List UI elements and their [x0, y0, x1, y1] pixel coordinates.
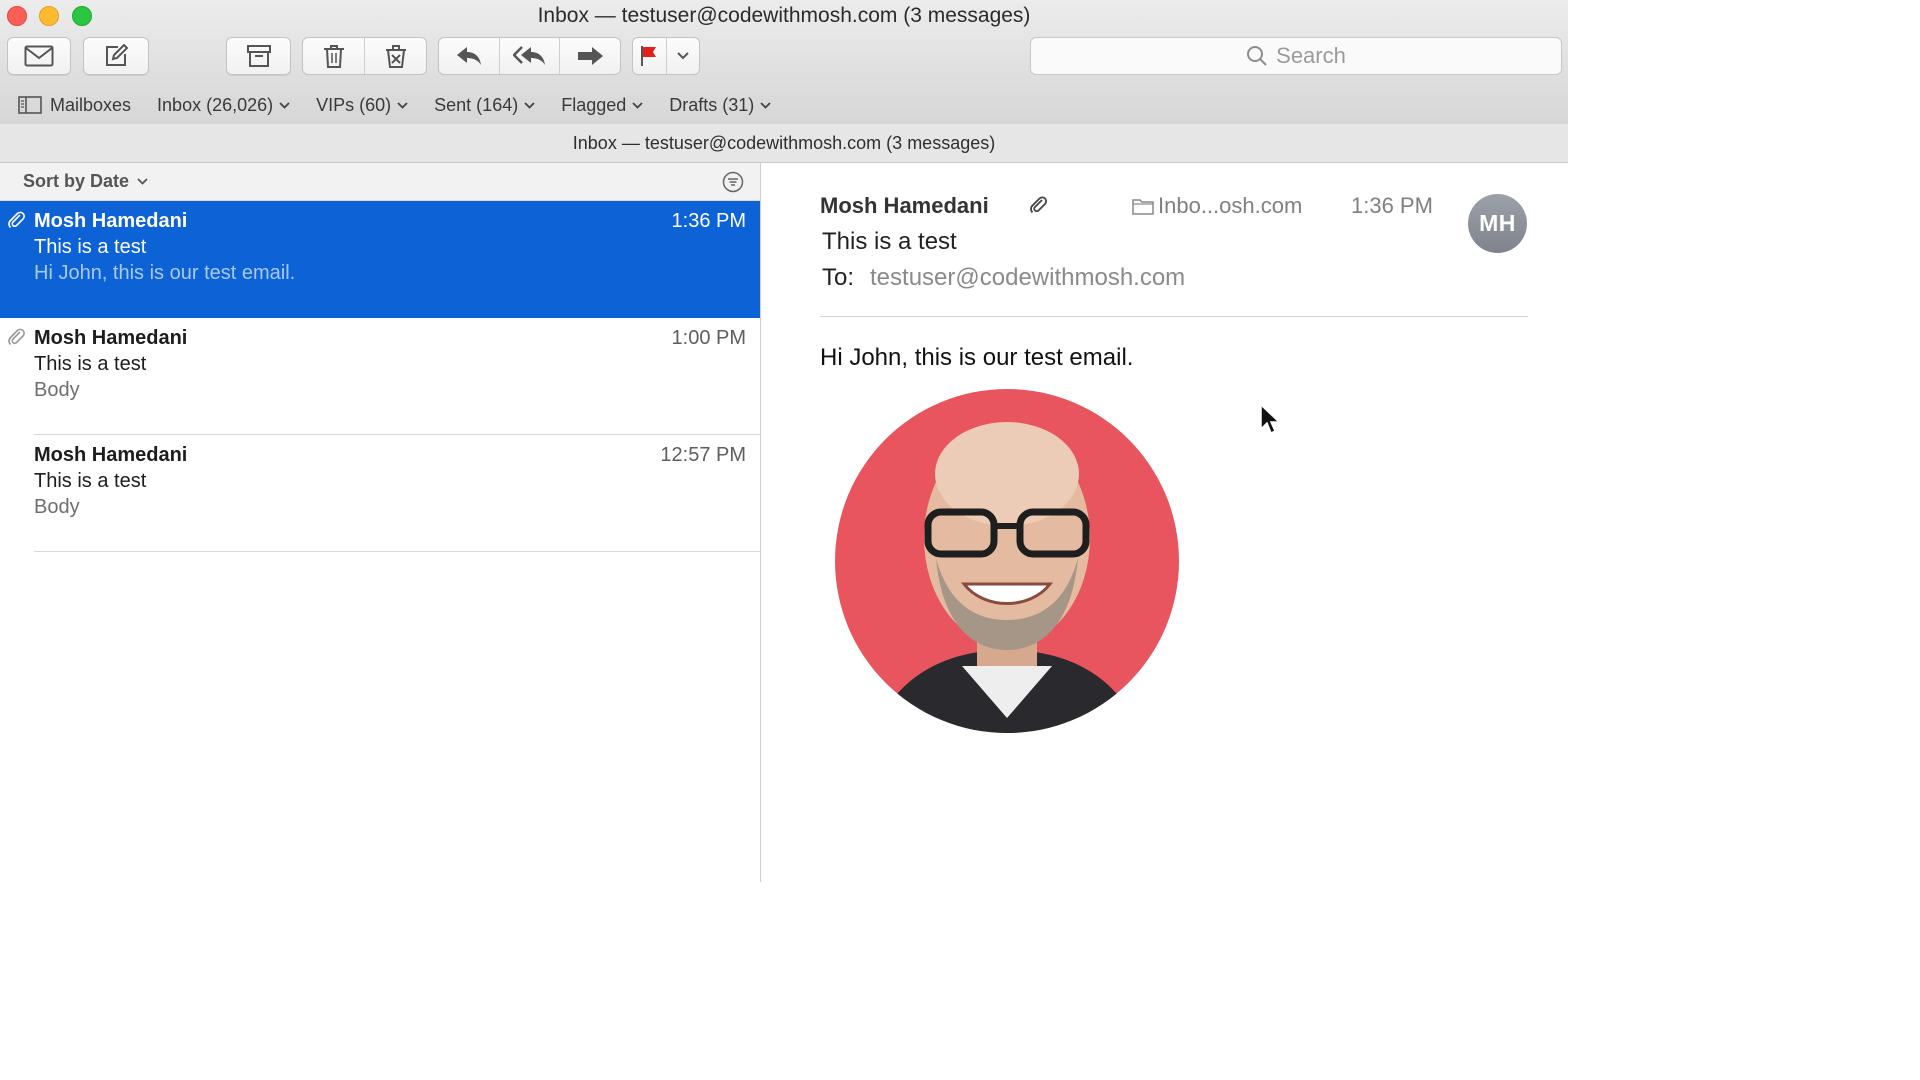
search-placeholder: Search [1276, 43, 1346, 68]
fav-vips-label: VIPs (60) [316, 94, 392, 115]
message-subject: This is a test [34, 236, 147, 258]
reader-mailbox-label: Inbo...osh.com [1158, 193, 1303, 218]
reader-subject: This is a test [822, 228, 957, 255]
fav-vips[interactable]: VIPs (60) [316, 95, 408, 116]
get-mail-icon [24, 45, 54, 67]
message-time: 12:57 PM [660, 444, 746, 466]
fav-inbox-label: Inbox (26,026) [157, 94, 274, 115]
chevron-down-icon [279, 101, 290, 109]
reader-time: 1:36 PM [1351, 193, 1433, 218]
folder-icon [1132, 199, 1154, 215]
search-field[interactable]: Search [1030, 37, 1562, 75]
sort-bar: Sort by Date [0, 163, 760, 201]
message-sender: Mosh Hamedani [34, 210, 188, 232]
trash-icon [323, 45, 344, 68]
email-body: Hi John, this is our test email. [820, 344, 1134, 371]
reading-pane: Mosh Hamedani Inbo...osh.com 1:36 PM MH … [761, 163, 1568, 882]
chevron-down-icon [677, 52, 689, 60]
delete-button[interactable] [303, 38, 365, 74]
chevron-down-icon [524, 101, 535, 109]
row-divider [34, 551, 760, 552]
message-row[interactable]: Mosh Hamedani 12:57 PM This is a test Bo… [0, 435, 760, 552]
message-preview: Hi John, this is our test email. [34, 262, 296, 284]
mailboxes-button[interactable]: Mailboxes [18, 95, 131, 116]
fav-drafts[interactable]: Drafts (31) [669, 95, 771, 116]
flag-icon [641, 46, 657, 66]
message-row[interactable]: Mosh Hamedani 1:00 PM This is a test Bod… [0, 318, 760, 435]
junk-icon [385, 45, 406, 68]
message-subject: This is a test [34, 353, 147, 375]
fav-flagged[interactable]: Flagged [561, 95, 643, 116]
message-sender: Mosh Hamedani [34, 444, 188, 466]
message-time: 1:36 PM [671, 210, 746, 232]
reader-to-line: To: testuser@codewithmosh.com [822, 264, 1185, 292]
sort-by-date-button[interactable]: Sort by Date [23, 171, 129, 192]
flag-group [632, 37, 700, 75]
get-mail-button[interactable] [7, 37, 71, 75]
reply-all-button[interactable] [500, 38, 561, 74]
sidebar-icon [18, 96, 42, 114]
attachment-icon[interactable] [1029, 195, 1047, 215]
mailbox-subtitle: Inbox — testuser@codewithmosh.com (3 mes… [0, 124, 1568, 163]
message-row[interactable]: Mosh Hamedani 1:36 PM This is a test Hi … [0, 201, 760, 318]
header-divider [820, 316, 1528, 317]
compose-icon [106, 44, 128, 66]
reader-sender[interactable]: Mosh Hamedani [820, 193, 989, 219]
fav-sent[interactable]: Sent (164) [434, 95, 535, 116]
reply-icon [456, 47, 481, 65]
message-time: 1:00 PM [671, 327, 746, 349]
message-preview: Body [34, 379, 80, 401]
message-list: Sort by Date Mosh Hamedani 1:36 PM This … [0, 163, 761, 882]
fav-flagged-label: Flagged [561, 94, 627, 115]
search-icon [1247, 46, 1267, 66]
forward-icon [578, 47, 604, 65]
chevron-down-icon [137, 178, 148, 185]
to-label: To: [822, 264, 855, 291]
attachment-icon [8, 211, 25, 229]
message-preview: Body [34, 496, 80, 518]
message-subject: This is a test [34, 470, 147, 492]
compose-button[interactable] [83, 37, 149, 75]
forward-button[interactable] [560, 38, 620, 74]
window-title: Inbox — testuser@codewithmosh.com (3 mes… [537, 4, 1031, 27]
profile-photo [835, 389, 1179, 733]
delete-junk-group [302, 37, 427, 75]
attachment-icon [8, 328, 25, 346]
reader-mailbox: Inbo...osh.com [1132, 193, 1302, 219]
chevron-down-icon [760, 101, 771, 109]
fav-sent-label: Sent (164) [434, 94, 519, 115]
reply-all-icon [512, 46, 545, 65]
reply-button[interactable] [439, 38, 500, 74]
fav-inbox[interactable]: Inbox (26,026) [157, 95, 290, 116]
chevron-down-icon [397, 101, 408, 109]
mailboxes-label: Mailboxes [50, 94, 132, 115]
flag-button[interactable] [633, 38, 667, 74]
junk-button[interactable] [365, 38, 426, 74]
archive-button[interactable] [226, 37, 291, 75]
fav-drafts-label: Drafts (31) [669, 94, 755, 115]
flag-menu-button[interactable] [667, 38, 700, 74]
message-sender: Mosh Hamedani [34, 327, 188, 349]
to-address[interactable]: testuser@codewithmosh.com [870, 264, 1185, 292]
archive-icon [246, 45, 271, 67]
favorites-bar: Mailboxes Inbox (26,026) VIPs (60) Sent … [0, 87, 1568, 123]
avatar: MH [1468, 194, 1527, 253]
title-toolbar: Inbox — testuser@codewithmosh.com (3 mes… [0, 0, 1568, 125]
filter-icon[interactable] [722, 171, 744, 193]
mouse-pointer-icon [1260, 404, 1281, 435]
chevron-down-icon [632, 101, 643, 109]
reply-forward-group [438, 37, 621, 75]
